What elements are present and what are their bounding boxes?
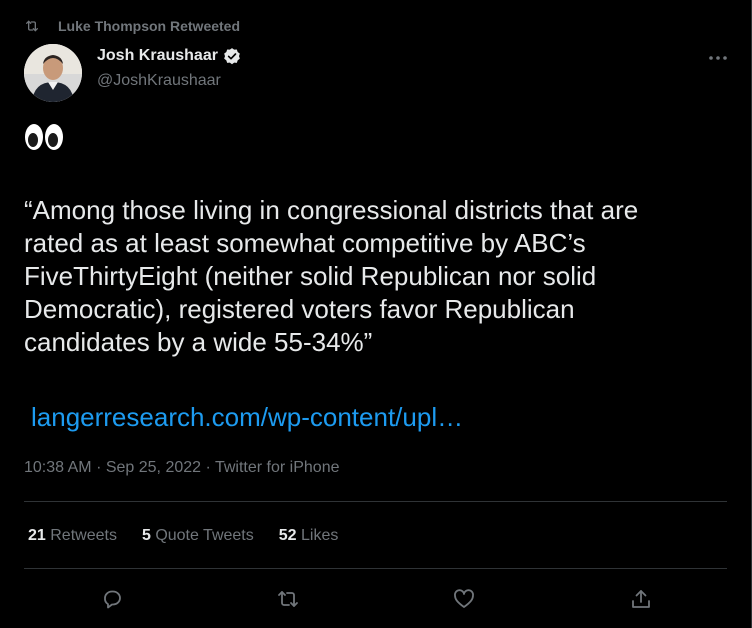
quote-tweets-stat[interactable]: 5 Quote Tweets — [142, 527, 254, 545]
share-icon — [632, 590, 650, 608]
retweet-icon — [26, 20, 38, 32]
tweet-text: “Among those living in congressional dis… — [24, 195, 639, 357]
eyes-emoji-icon — [25, 124, 63, 150]
more-options-button[interactable] — [706, 46, 730, 70]
reply-button[interactable] — [95, 582, 129, 616]
reply-icon — [104, 590, 121, 609]
ellipsis-icon — [709, 56, 727, 60]
tweet-metadata: 10:38 AM · Sep 25, 2022 · Twitter for iP… — [24, 459, 339, 477]
heart-icon — [454, 589, 474, 608]
author-name[interactable]: Josh Kraushaar — [97, 47, 218, 65]
author-handle[interactable]: @JoshKraushaar — [97, 72, 221, 90]
retweet-icon — [278, 591, 298, 607]
retweet-context[interactable]: Luke Thompson Retweeted — [24, 16, 240, 36]
divider — [24, 501, 727, 502]
share-button[interactable] — [624, 582, 658, 616]
likes-stat[interactable]: 52 Likes — [279, 527, 339, 545]
avatar[interactable] — [24, 44, 82, 102]
tweet-stats: 21 Retweets 5 Quote Tweets 52 Likes — [28, 527, 363, 545]
like-button[interactable] — [447, 582, 481, 616]
meta-separator: · — [205, 459, 211, 476]
author-name-row[interactable]: Josh Kraushaar — [97, 46, 242, 66]
tweet-container: Luke Thompson Retweeted Josh Kraushaar @… — [0, 0, 752, 628]
meta-separator: · — [96, 459, 102, 476]
retweets-stat[interactable]: 21 Retweets — [28, 527, 117, 545]
tweet-date[interactable]: Sep 25, 2022 — [106, 459, 201, 476]
retweet-button[interactable] — [271, 582, 305, 616]
retweet-label: Luke Thompson Retweeted — [58, 18, 241, 34]
divider — [24, 568, 727, 569]
tweet-link[interactable]: langerresearch.com/wp-content/upl… — [31, 402, 463, 433]
verified-badge-icon — [224, 48, 240, 65]
tweet-time[interactable]: 10:38 AM — [24, 459, 92, 476]
tweet-source[interactable]: Twitter for iPhone — [215, 459, 340, 476]
eyes-emoji — [24, 122, 64, 152]
action-bar — [0, 582, 752, 616]
